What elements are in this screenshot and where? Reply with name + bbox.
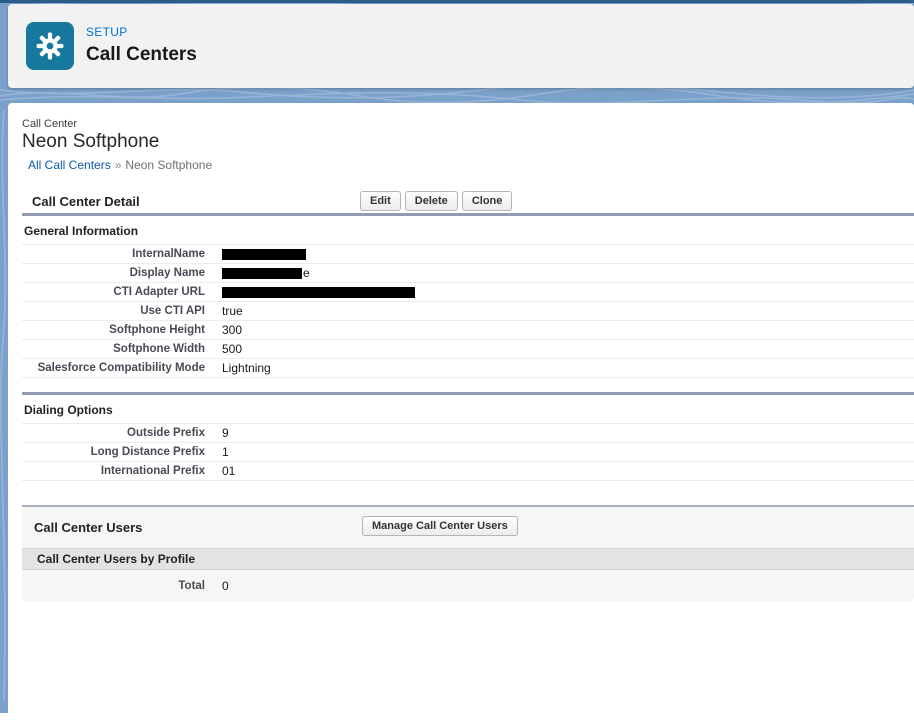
breadcrumb-current: Neon Softphone: [125, 158, 212, 172]
object-type-label: Call Center: [22, 118, 914, 130]
field-label: Display Name: [22, 267, 205, 279]
field-row-use-cti-api: Use CTI APItrue: [22, 302, 914, 321]
field-row-display-name: Display Namee: [22, 264, 914, 283]
field-row-total: Total0: [22, 570, 914, 601]
users-rows: Total0: [22, 570, 914, 601]
field-value: [205, 287, 416, 298]
call-center-users-block: Call Center Users Manage Call Center Use…: [22, 505, 914, 601]
field-row-salesforce-compatibility-mode: Salesforce Compatibility ModeLightning: [22, 359, 914, 378]
field-rows: Outside Prefix9Long Distance Prefix1Inte…: [22, 423, 914, 481]
field-row-softphone-width: Softphone Width500: [22, 340, 914, 359]
breadcrumb-separator: »: [115, 158, 122, 172]
field-row-softphone-height: Softphone Height300: [22, 321, 914, 340]
field-value: [205, 249, 307, 260]
field-value: 0: [205, 579, 229, 593]
field-label: Total: [22, 580, 205, 592]
field-row-internalname: InternalName: [22, 245, 914, 264]
field-label: InternalName: [22, 248, 205, 260]
content-card: Call Center Neon Softphone All Call Cent…: [8, 103, 914, 726]
field-row-cti-adapter-url: CTI Adapter URL: [22, 283, 914, 302]
clone-button[interactable]: Clone: [462, 191, 513, 211]
field-row-outside-prefix: Outside Prefix9: [22, 424, 914, 443]
field-label: Softphone Width: [22, 343, 205, 355]
redacted-value: [222, 249, 306, 260]
field-label: Long Distance Prefix: [22, 446, 205, 458]
window-top-edge: [0, 0, 914, 3]
redacted-value: [222, 287, 415, 298]
field-value: 500: [205, 342, 242, 356]
field-value: Lightning: [205, 361, 271, 375]
field-value: true: [205, 304, 243, 318]
edit-button[interactable]: Edit: [360, 191, 401, 211]
field-label: CTI Adapter URL: [22, 286, 205, 298]
delete-button[interactable]: Delete: [405, 191, 458, 211]
setup-call-centers-page: SETUP Call Centers Call Center Neon Soft…: [0, 0, 914, 726]
users-header: Call Center Users Manage Call Center Use…: [22, 507, 914, 548]
detail-title: Call Center Detail: [32, 194, 140, 209]
setup-gear-icon: [26, 22, 74, 70]
field-value: 1: [205, 445, 229, 459]
users-buttons: Manage Call Center Users: [362, 516, 518, 536]
breadcrumb-link-all-call-centers[interactable]: All Call Centers: [28, 158, 111, 172]
field-value: 9: [205, 426, 229, 440]
detail-header: Call Center Detail EditDeleteClone: [22, 189, 914, 216]
section-general-information: General Information InternalName Display N…: [22, 216, 914, 378]
section-heading: Dialing Options: [22, 395, 914, 423]
manage-call-center-users-button[interactable]: Manage Call Center Users: [362, 516, 518, 536]
record-title: Neon Softphone: [22, 131, 914, 153]
call-center-detail-block: Call Center Detail EditDeleteClone Gener…: [22, 189, 914, 481]
section-dialing-options: Dialing OptionsOutside Prefix9Long Dista…: [22, 392, 914, 481]
section-heading: General Information: [22, 216, 914, 244]
field-value: 01: [205, 464, 235, 478]
detail-buttons: EditDeleteClone: [360, 191, 512, 211]
field-value: 300: [205, 323, 242, 337]
field-label: Use CTI API: [22, 305, 205, 317]
field-row-long-distance-prefix: Long Distance Prefix1: [22, 443, 914, 462]
field-row-international-prefix: International Prefix01: [22, 462, 914, 481]
setup-eyebrow: SETUP: [86, 25, 128, 39]
field-label: Salesforce Compatibility Mode: [22, 362, 205, 374]
field-rows: InternalNameDisplay NameeCTI Adapter URL…: [22, 244, 914, 378]
page-title: Call Centers: [86, 44, 197, 66]
users-subheader: Call Center Users by Profile: [22, 548, 914, 570]
setup-header: SETUP Call Centers: [8, 4, 914, 88]
detail-sections: General Information InternalName Display N…: [22, 216, 914, 481]
breadcrumb: All Call Centers »Neon Softphone: [28, 158, 914, 172]
field-label: Softphone Height: [22, 324, 205, 336]
field-label: International Prefix: [22, 465, 205, 477]
redacted-value: [222, 268, 302, 279]
users-title: Call Center Users: [34, 520, 142, 535]
field-value: e: [205, 266, 310, 280]
field-label: Outside Prefix: [22, 427, 205, 439]
